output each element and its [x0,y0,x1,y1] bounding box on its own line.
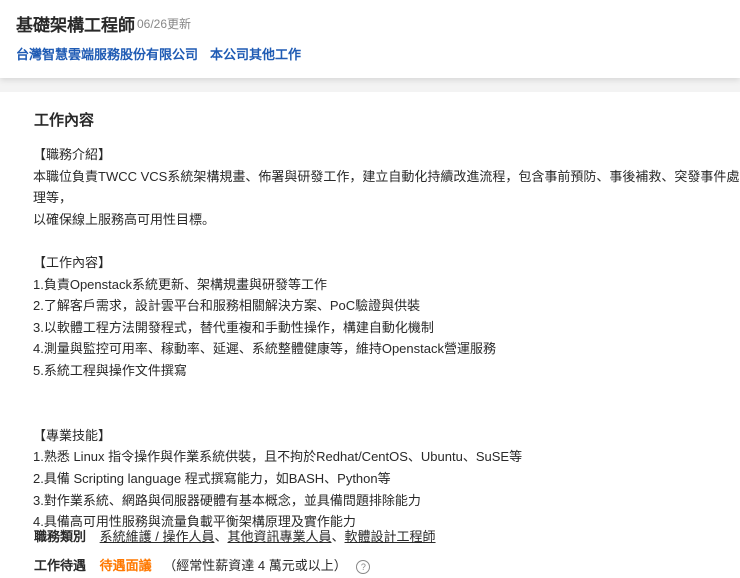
separator: 、 [214,529,228,544]
job-header: 基礎架構工程師 06/26更新 台灣智慧雲端服務股份有限公司 本公司其他工作 [0,0,740,78]
job-description: 【職務介紹】 本職位負責TWCC VCS系統架構規畫、佈署與研發工作，建立自動化… [33,147,740,530]
salary-label: 工作待遇 [34,558,87,573]
job-content: 工作內容 【職務介紹】 本職位負責TWCC VCS系統架構規畫、佈署與研發工作，… [0,92,740,578]
category-link[interactable]: 軟體設計工程師 [345,529,436,544]
job-category-row: 職務類別 系統維護 / 操作人員、其他資訊專業人員、軟體設計工程師 [34,526,436,545]
section-heading: 工作內容 [34,112,95,129]
updated-date: 06/26更新 [137,17,192,31]
category-label: 職務類別 [34,529,87,544]
salary-row: 工作待遇 待遇面議 （經常性薪資達 4 萬元或以上） ? [34,555,371,574]
category-link[interactable]: 系統維護 / 操作人員 [100,529,215,544]
category-link[interactable]: 其他資訊專業人員 [227,529,331,544]
company-link[interactable]: 台灣智慧雲端服務股份有限公司 [16,44,198,63]
job-title: 基礎架構工程師 [16,16,135,35]
separator: 、 [331,529,345,544]
salary-value: 待遇面議 [99,558,152,573]
help-icon[interactable]: ? [356,559,371,574]
divider-band [0,78,740,92]
salary-note: （經常性薪資達 4 萬元或以上） [163,558,347,573]
other-jobs-link[interactable]: 本公司其他工作 [210,44,301,63]
